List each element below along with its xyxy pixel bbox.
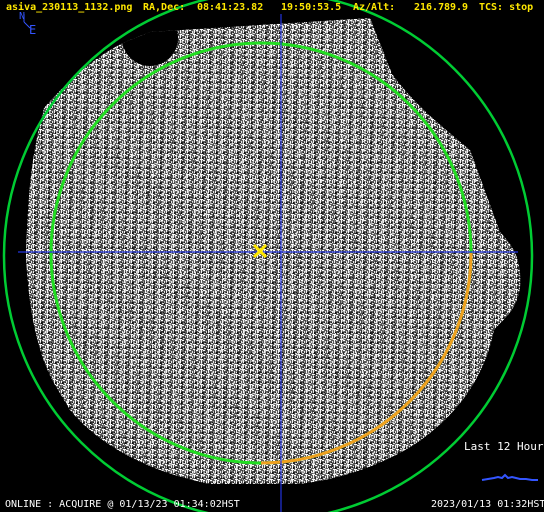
trend-label: Last 12 Hours	[464, 440, 544, 453]
azalt-label: Az/Alt:	[353, 2, 396, 13]
tcs-status: TCS: stop	[479, 2, 534, 13]
alt-value: 89.9	[444, 2, 469, 13]
north-label: N	[19, 11, 26, 22]
trend-line	[481, 473, 538, 481]
allsky-camera-view: asiva_230113_1132.png RA,Dec: 08:41:23.8…	[0, 0, 544, 512]
date-stamp: 2023/01/13 01:32HST	[431, 499, 544, 510]
allsky-image	[2, 0, 538, 512]
radec-label: RA,Dec:	[143, 2, 186, 13]
status-line: ONLINE : ACQUIRE @ 01/13/23 01:34:02HST	[5, 499, 240, 510]
az-value: 216.7	[414, 2, 445, 13]
dec-value: 19:50:53.5	[281, 2, 342, 13]
ra-value: 08:41:23.82	[197, 2, 264, 13]
east-label: E	[29, 23, 37, 37]
